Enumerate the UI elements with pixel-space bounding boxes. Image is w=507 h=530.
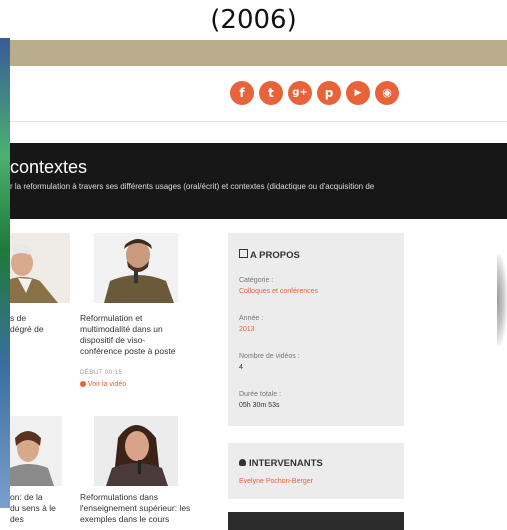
- video-title-line: dispositif de viso-: [80, 335, 146, 345]
- video-thumbnail[interactable]: [10, 416, 62, 486]
- year-label: Année :: [239, 315, 264, 322]
- youtube-icon[interactable]: ▶: [346, 81, 370, 105]
- person-icon: [239, 459, 246, 466]
- header-divider: [10, 121, 507, 122]
- video-title-line: exemples dans le cours: [80, 514, 170, 524]
- video-title-line: dégré de: [10, 324, 44, 334]
- duration-label: Durée totale :: [239, 391, 282, 398]
- videos-count-value: 4: [239, 364, 243, 371]
- video-title[interactable]: Reformulations dans l'enseignement supér…: [80, 492, 190, 525]
- videos-count-label: Nombre de vidéos :: [239, 353, 300, 360]
- twitter-icon[interactable]: t: [259, 81, 283, 105]
- page-header-band: contextes r la reformulation à travers s…: [10, 143, 507, 219]
- right-screen-edge: [497, 255, 507, 345]
- duration-value: 05h 30m 53s: [239, 402, 280, 409]
- video-thumbnail[interactable]: [94, 233, 178, 303]
- page-title: contextes: [10, 157, 88, 177]
- category-value[interactable]: Colloques et conférences: [239, 288, 318, 295]
- social-icons: f t g+ p ▶ ◉: [230, 81, 399, 105]
- next-panel-header: [228, 512, 404, 530]
- speakers-heading-label: INTERVENANTS: [249, 458, 323, 469]
- about-heading: A PROPOS: [239, 249, 300, 261]
- info-icon: [239, 249, 248, 258]
- video-title-line: du sens à le: [10, 503, 56, 513]
- video-title[interactable]: s de dégré de: [10, 313, 44, 335]
- video-title[interactable]: Reformulation et multimodalité dans un d…: [80, 313, 175, 357]
- video-title-line: on: de la: [10, 492, 43, 502]
- video-title-line: conférence poste à poste: [80, 346, 176, 356]
- top-bar: [10, 40, 507, 66]
- video-title-line: s de: [10, 313, 27, 323]
- rss-icon[interactable]: ◉: [375, 81, 399, 105]
- category-label: Catégorie :: [239, 277, 274, 284]
- video-title-line: Reformulation et: [80, 313, 143, 323]
- year-value[interactable]: 2013: [239, 326, 255, 333]
- see-video-link[interactable]: Voir la vidéo: [80, 381, 126, 388]
- pinterest-icon[interactable]: p: [317, 81, 341, 105]
- speaker-name[interactable]: Evelyne Pochon-Berger: [239, 478, 313, 485]
- speakers-panel: INTERVENANTS Evelyne Pochon-Berger: [228, 443, 404, 499]
- video-title-line: multimodalité dans un: [80, 324, 163, 334]
- video-thumbnail[interactable]: [94, 416, 178, 486]
- facebook-icon[interactable]: f: [230, 81, 254, 105]
- speakers-heading: INTERVENANTS: [239, 458, 323, 469]
- page-subtitle: r la reformulation à travers ses différe…: [10, 182, 375, 191]
- video-title-line: Reformulations dans: [80, 492, 158, 502]
- video-title[interactable]: on: de la du sens à le des: [10, 492, 56, 525]
- video-meta: DÉBUT 00:15: [80, 370, 123, 376]
- play-icon: [80, 381, 86, 387]
- caption: (2006): [210, 5, 297, 35]
- see-video-label: Voir la vidéo: [88, 381, 127, 388]
- about-panel: A PROPOS Catégorie : Colloques et confér…: [228, 233, 404, 426]
- google-plus-icon[interactable]: g+: [288, 81, 312, 105]
- about-heading-label: A PROPOS: [250, 250, 300, 261]
- left-screen-edge: [0, 38, 10, 508]
- video-title-line: l'enseignement supérieur: les: [80, 503, 191, 513]
- video-title-line: des: [10, 514, 24, 524]
- video-thumbnail[interactable]: [10, 233, 70, 303]
